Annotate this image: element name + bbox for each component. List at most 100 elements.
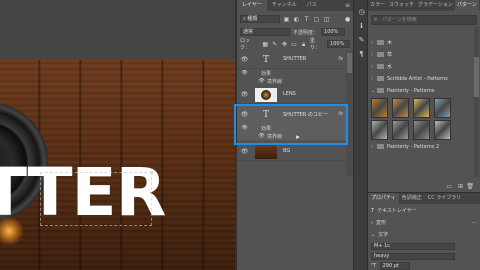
layer-row-lens[interactable]: 👁︎ LENS	[237, 86, 346, 104]
selected-layer-highlight-box	[234, 104, 348, 145]
adjustment-filter-icon[interactable]: ◐	[293, 16, 300, 23]
tab-swatches[interactable]: スウォッチ	[387, 0, 416, 11]
pattern-swatch[interactable]	[371, 120, 388, 140]
effect-stroke-label: 境界線	[267, 79, 283, 85]
visibility-eye-icon[interactable]: 👁︎	[240, 56, 249, 64]
chevron-right-icon: ›	[371, 220, 373, 226]
folder-painterly-2[interactable]: › Painterly - Patterns 2	[371, 142, 471, 152]
font-family-dropdown[interactable]: M+ 1c	[371, 243, 455, 250]
layers-tabbar: レイヤー チャンネル パス ≡	[237, 0, 353, 11]
layer-type-row: T テキストレイヤー	[371, 207, 477, 216]
tab-patterns[interactable]: パターン	[454, 0, 479, 11]
font-size-field[interactable]: 290 pt	[379, 262, 410, 270]
folder-label: Scribble Artist - Patterns	[387, 76, 448, 82]
lock-position-icon[interactable]: ✥	[281, 41, 288, 48]
blend-mode-dropdown[interactable]: 通常	[240, 28, 290, 36]
tab-channels[interactable]: チャンネル	[267, 0, 302, 11]
new-pattern-icon[interactable]: ⊞	[458, 183, 463, 190]
chevron-down-icon: ⌄	[371, 232, 376, 238]
lens-thumb-icon	[261, 90, 271, 100]
tab-layers[interactable]: レイヤー	[237, 0, 267, 11]
blend-row: 通常 不透明度： 100%	[240, 27, 350, 37]
smart-object-filter-icon[interactable]: ◫	[323, 16, 330, 23]
pattern-swatch[interactable]	[434, 120, 451, 140]
properties-tabbar: プロパティ 色調補正 CC ライブラリ	[368, 193, 480, 204]
shape-filter-icon[interactable]: ▢	[313, 16, 320, 23]
kind-label: 種類	[247, 16, 258, 22]
folder-grass[interactable]: › 草	[371, 50, 471, 60]
trash-icon[interactable]: 🗑︎	[466, 183, 474, 190]
layer-row-shutter[interactable]: 👁︎ T SHUTTER fx	[237, 51, 346, 69]
effects-label: 効果	[261, 71, 272, 77]
text-layer-thumbnail-icon: T	[255, 53, 277, 67]
scrollbar-thumb[interactable]	[347, 53, 352, 73]
fx-icon[interactable]: fx	[338, 56, 343, 62]
folder-water[interactable]: › 水	[371, 62, 471, 72]
fill-label: 塗り：	[309, 38, 320, 51]
transform-label: 変形	[376, 220, 387, 226]
history-icon[interactable]: ◷	[357, 8, 366, 17]
transform-handle[interactable]	[150, 171, 153, 174]
tab-color[interactable]: カラー	[368, 0, 387, 11]
patterns-scrollbar[interactable]	[474, 27, 479, 177]
folder-icon	[377, 144, 384, 149]
layer-type-label: テキストレイヤー	[377, 208, 417, 214]
visibility-eye-icon[interactable]: 👁︎	[240, 91, 249, 99]
kind-filter-dropdown[interactable]: ⌕ 種類	[240, 15, 280, 23]
layer-name[interactable]: BG	[283, 148, 290, 154]
font-size-row: ᵀT 290 pt	[371, 262, 477, 270]
lock-artboard-icon[interactable]: ▭	[291, 41, 298, 48]
tab-gradients[interactable]: グラデーション	[416, 0, 455, 11]
font-style-dropdown[interactable]: heavy	[371, 253, 455, 260]
paragraph-icon[interactable]: ¶	[357, 50, 366, 59]
pattern-swatch[interactable]	[413, 120, 430, 140]
lock-row: ロック： ▦ ✎ ✥ ▭ 🔒︎ 塗り： 100%	[240, 38, 350, 51]
folder-icon	[377, 52, 384, 57]
text-bounding-box[interactable]	[40, 171, 153, 226]
patterns-footer: ▭ ⊞ 🗑︎	[368, 182, 480, 192]
folder-icon	[377, 40, 384, 45]
tab-properties[interactable]: プロパティ	[368, 193, 399, 204]
image-filter-icon[interactable]: ▣	[283, 16, 290, 23]
layer-name[interactable]: LENS	[283, 91, 296, 97]
new-folder-icon[interactable]: ▭	[446, 183, 452, 190]
pattern-swatch[interactable]	[392, 120, 409, 140]
folder-scribble-artist[interactable]: › Scribble Artist - Patterns	[371, 74, 471, 84]
fill-field[interactable]: 100%	[327, 40, 350, 48]
panel-menu-icon[interactable]: ≡	[345, 0, 350, 11]
lock-all-icon[interactable]: 🔒︎	[300, 41, 307, 48]
pattern-search-input[interactable]: ⌕ パターンを検索	[371, 15, 477, 25]
info-icon[interactable]: ℹ	[357, 22, 366, 31]
opacity-field[interactable]: 100%	[321, 28, 346, 36]
type-filter-icon[interactable]: T	[303, 16, 310, 23]
visibility-eye-icon[interactable]: 👁︎	[240, 148, 249, 156]
tab-paths[interactable]: パス	[302, 0, 322, 11]
transform-section[interactable]: › 変形 ⋯	[371, 219, 477, 228]
layer-row-bg[interactable]: 👁︎ BG	[237, 143, 346, 161]
folder-wood[interactable]: › 木	[371, 38, 471, 48]
effect-stroke-row[interactable]: 👁︎ 境界線	[237, 77, 346, 85]
pattern-swatch[interactable]	[371, 98, 388, 118]
stroke-visibility-eye-icon[interactable]: 👁︎	[257, 78, 266, 86]
search-icon: ⌕	[374, 16, 378, 23]
folder-label: 草	[387, 52, 393, 58]
filter-toggle-icon[interactable]: ●	[345, 16, 350, 23]
pattern-swatch[interactable]	[434, 98, 451, 118]
tab-cc-libraries[interactable]: CC ライブラリ	[425, 193, 465, 204]
brush-icon[interactable]: ✎	[357, 36, 366, 45]
folder-icon	[377, 88, 384, 93]
scrollbar-thumb[interactable]	[474, 57, 479, 97]
lock-paint-icon[interactable]: ✎	[271, 41, 278, 48]
lock-pixels-icon[interactable]: ▦	[262, 41, 269, 48]
character-section[interactable]: ⌄ 文字	[371, 231, 477, 240]
pattern-swatch[interactable]	[413, 98, 430, 118]
pattern-swatch[interactable]	[392, 98, 409, 118]
effects-row[interactable]: 👁︎ 効果	[237, 69, 346, 77]
folder-painterly[interactable]: ⌄ Painterly - Patterns	[371, 86, 471, 96]
transform-options-icon[interactable]: ⋯	[472, 219, 477, 228]
folder-label: 木	[387, 40, 393, 46]
layer-name[interactable]: SHUTTER	[283, 56, 306, 62]
document-canvas[interactable]: TTER	[0, 0, 235, 270]
lock-label: ロック：	[240, 38, 251, 51]
tab-adjustments[interactable]: 色調補正	[399, 193, 425, 204]
